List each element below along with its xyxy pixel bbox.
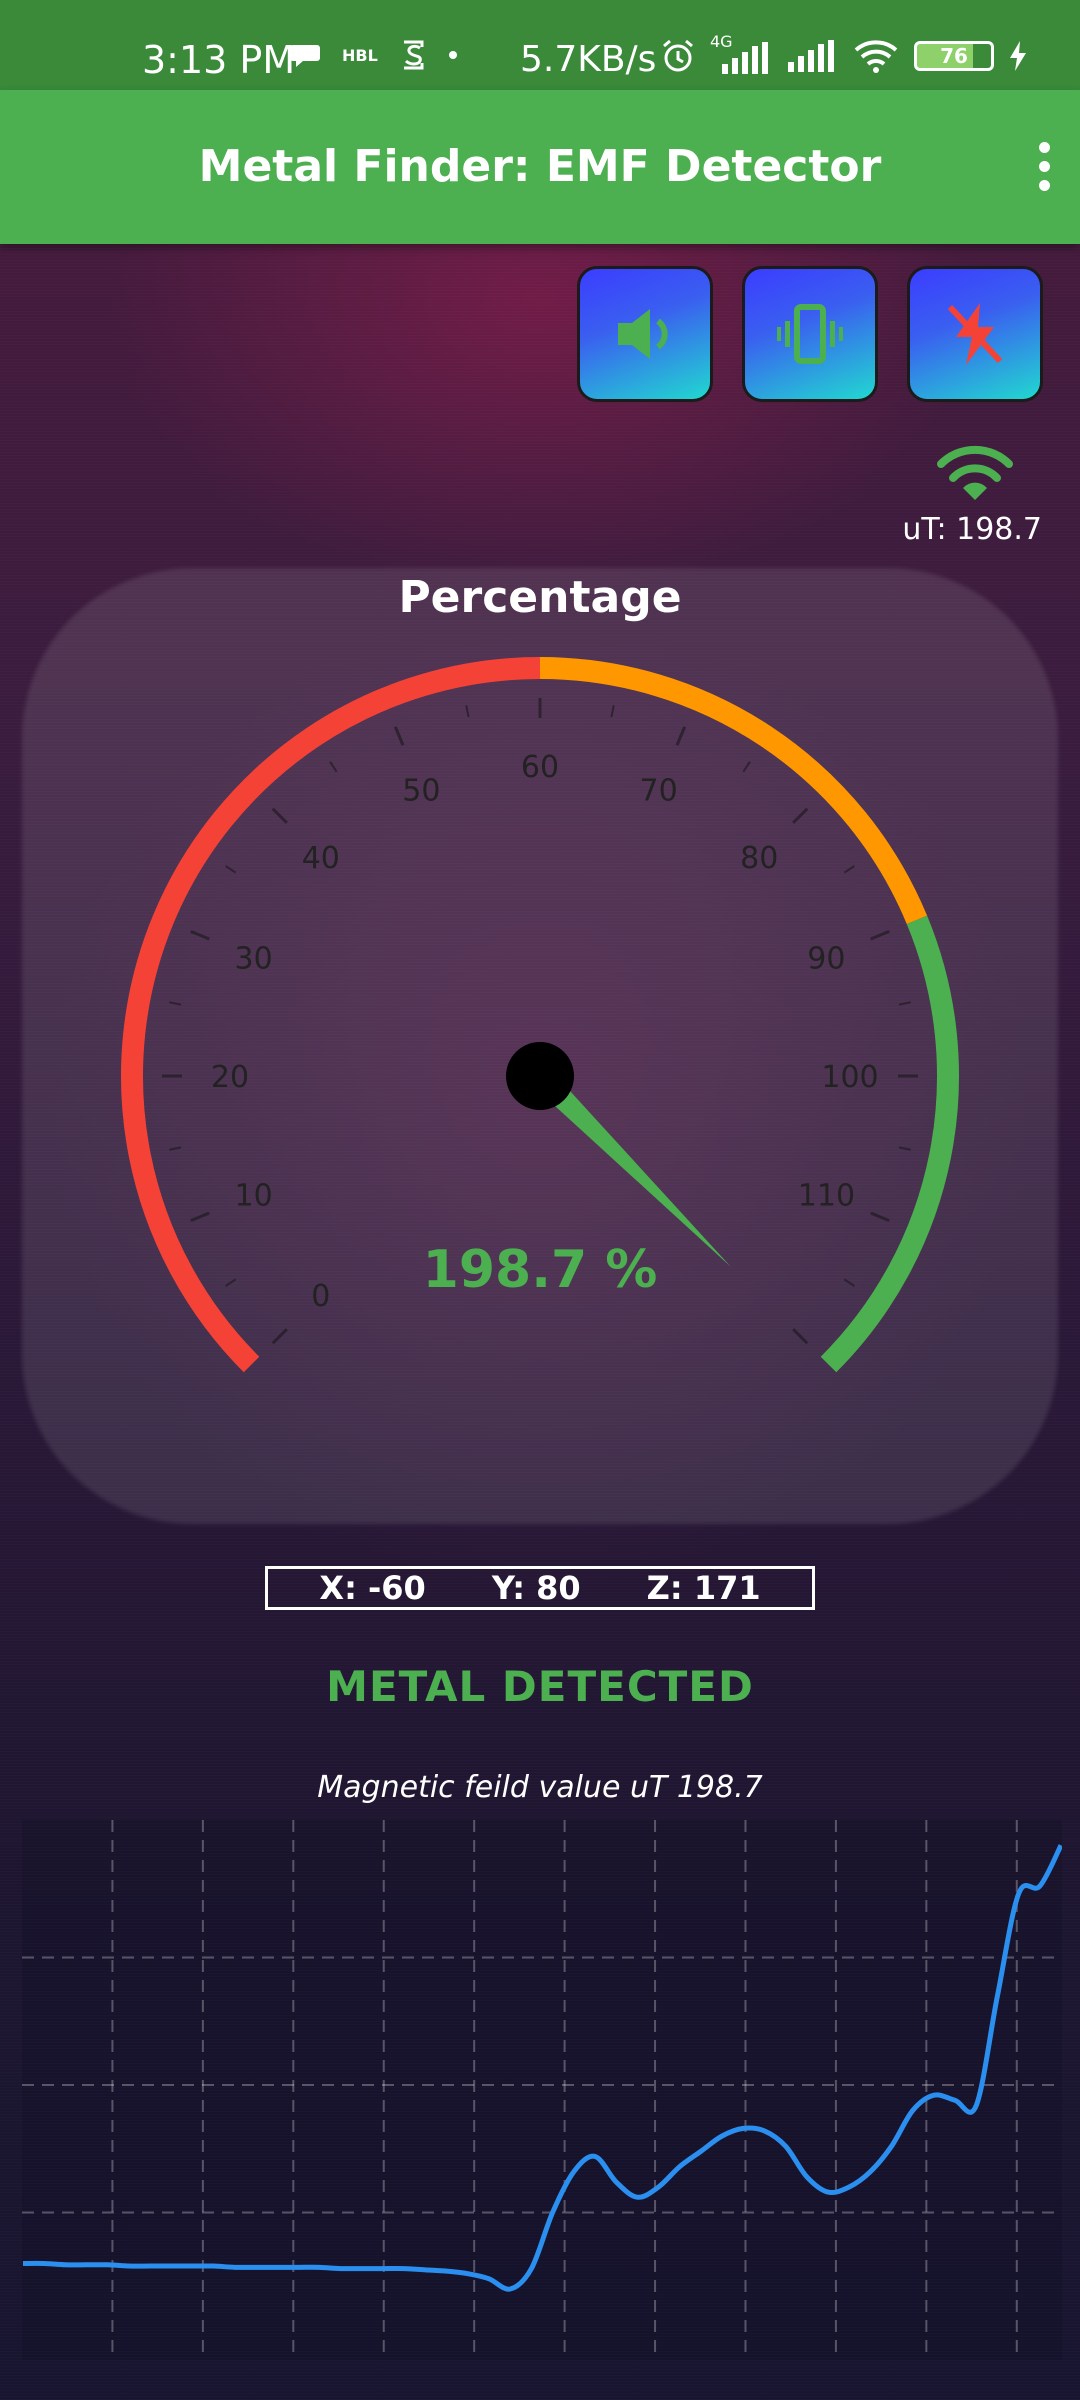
- gauge-tick-label: 60: [521, 750, 559, 785]
- flash-toggle-button[interactable]: [907, 266, 1043, 402]
- gauge-tick-label: 70: [640, 774, 678, 809]
- gauge-tick: [675, 726, 687, 746]
- flash-off-icon: [947, 303, 1003, 365]
- dot-icon: [448, 51, 457, 59]
- ut-readout: uT: 198.7: [902, 512, 1042, 547]
- xyz-readout: X: -60 Y: 80 Z: 171: [265, 1566, 815, 1610]
- gauge-tick: [870, 1211, 890, 1223]
- sound-toggle-button[interactable]: [577, 266, 713, 402]
- charging-icon: [1010, 41, 1026, 71]
- gauge-tick: [792, 1328, 809, 1345]
- gauge-tick: [329, 761, 338, 773]
- speaker-icon: [618, 309, 668, 359]
- status-time: 3:13 PM: [142, 38, 296, 82]
- gauge-tick: [190, 929, 210, 941]
- gauge-tick: [792, 807, 809, 824]
- signal-strength-icon: [937, 445, 1013, 500]
- 4g-signal-icon: 4G: [710, 32, 772, 74]
- gauge-band-1: [539, 657, 928, 925]
- vibrate-icon: [777, 304, 843, 364]
- network-speed: 5.7KB/s: [520, 39, 657, 80]
- y-value: Y: 80: [491, 1569, 581, 1607]
- metal-detected-message: METAL DETECTED: [326, 1662, 754, 1711]
- gauge-tick-label: 10: [235, 1179, 273, 1214]
- gauge-tick-label: 110: [798, 1179, 855, 1214]
- more-vertical-icon[interactable]: [1036, 142, 1052, 192]
- gauge-tick-label: 100: [821, 1060, 878, 1095]
- gauge-tick-label: 50: [402, 774, 440, 809]
- gauge-tick: [898, 1001, 911, 1006]
- gauge-tick: [843, 865, 855, 874]
- chart-background: [22, 1820, 1062, 2360]
- gauge-tick-label: 90: [807, 941, 845, 976]
- gauge-tick: [870, 929, 890, 941]
- chat-bubble-icon: [290, 45, 320, 67]
- status-bar: 3:13 PM HBL 5.7KB/s 4G 76: [0, 0, 1080, 90]
- battery-icon: 76: [914, 41, 994, 71]
- gauge-tick: [169, 1146, 182, 1151]
- gauge-value: 198.7 %: [422, 1240, 658, 1300]
- chart-caption: Magnetic feild value uT 198.7: [317, 1770, 763, 1805]
- gauge-tick: [190, 1211, 210, 1223]
- app-title: Metal Finder: EMF Detector: [198, 141, 882, 192]
- gauge-tick: [169, 1001, 182, 1006]
- gauge-tick: [271, 1328, 288, 1345]
- wifi-icon: [854, 40, 898, 73]
- gauge-hub: [506, 1042, 574, 1110]
- z-value: Z: 171: [646, 1569, 761, 1607]
- alarm-icon: [663, 39, 693, 72]
- hbl-icon: HBL: [342, 45, 378, 65]
- gauge-tick: [742, 761, 751, 773]
- gauge-tick-label: 80: [740, 841, 778, 876]
- gauge-tick: [225, 865, 237, 874]
- vibrate-toggle-button[interactable]: [742, 266, 878, 402]
- battery-level: 76: [940, 44, 968, 68]
- gauge-tick-label: 30: [235, 941, 273, 976]
- gauge-tick-label: 20: [211, 1060, 249, 1095]
- gauge-tick: [898, 1146, 911, 1151]
- gauge-tick-label: 40: [302, 841, 340, 876]
- signal-icon: [788, 40, 834, 72]
- gauge-tick: [465, 705, 470, 718]
- status-left-icons: HBL: [290, 40, 458, 70]
- app-bar: Metal Finder: EMF Detector: [0, 90, 1080, 244]
- magnetic-field-chart: [22, 1820, 1062, 2360]
- gauge-tick: [610, 705, 615, 718]
- s-app-icon: [403, 40, 424, 70]
- gauge-tick: [271, 807, 288, 824]
- gauge: 0102030405060708090100110: [121, 657, 959, 1373]
- status-right-icons: 4G 76: [660, 32, 1028, 74]
- x-value: X: -60: [319, 1569, 426, 1607]
- gauge-tick: [393, 726, 405, 746]
